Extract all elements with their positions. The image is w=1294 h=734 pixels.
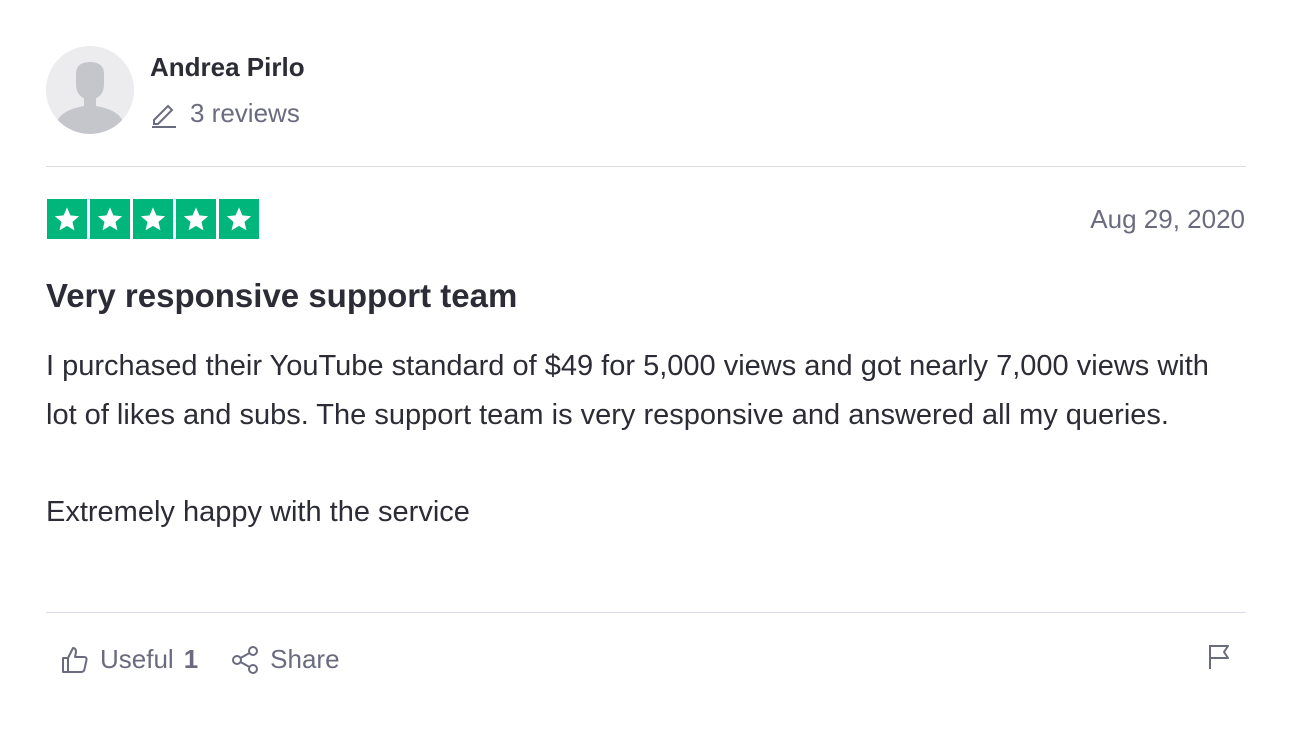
- divider: [46, 166, 1246, 167]
- review-date: Aug 29, 2020: [1090, 204, 1245, 234]
- star-icon: [219, 199, 259, 239]
- thumbs-up-icon: [62, 646, 88, 673]
- review-paragraph: I purchased their YouTube standard of $4…: [46, 350, 1209, 431]
- share-icon: [232, 645, 259, 674]
- star-icon: [176, 199, 216, 239]
- review-paragraph: Extremely happy with the service: [46, 495, 470, 528]
- author-name[interactable]: Andrea Pirlo: [150, 52, 305, 83]
- review-title[interactable]: Very responsive support team: [46, 277, 517, 315]
- share-button[interactable]: Share: [230, 644, 340, 675]
- review-body: I purchased their YouTube standard of $4…: [46, 342, 1236, 536]
- share-label: Share: [270, 644, 340, 674]
- star-rating: [47, 199, 259, 239]
- star-icon: [133, 199, 173, 239]
- avatar[interactable]: [46, 46, 134, 134]
- star-icon: [90, 199, 130, 239]
- review-header: Andrea Pirlo 3 reviews: [46, 46, 1246, 134]
- reviews-count: 3 reviews: [190, 98, 300, 128]
- flag-icon[interactable]: [1204, 642, 1234, 672]
- pencil-icon: [152, 104, 176, 128]
- useful-button[interactable]: Useful 1: [60, 644, 198, 675]
- review-card: Andrea Pirlo 3 reviews Aug 29, 2020 Very…: [0, 0, 1294, 734]
- person-icon: [46, 46, 134, 134]
- star-icon: [47, 199, 87, 239]
- author-reviews-link[interactable]: 3 reviews: [150, 98, 300, 129]
- divider: [46, 612, 1246, 613]
- useful-count: 1: [183, 644, 199, 674]
- useful-label: Useful: [100, 644, 174, 674]
- review-actions: Useful 1 Share: [60, 644, 340, 675]
